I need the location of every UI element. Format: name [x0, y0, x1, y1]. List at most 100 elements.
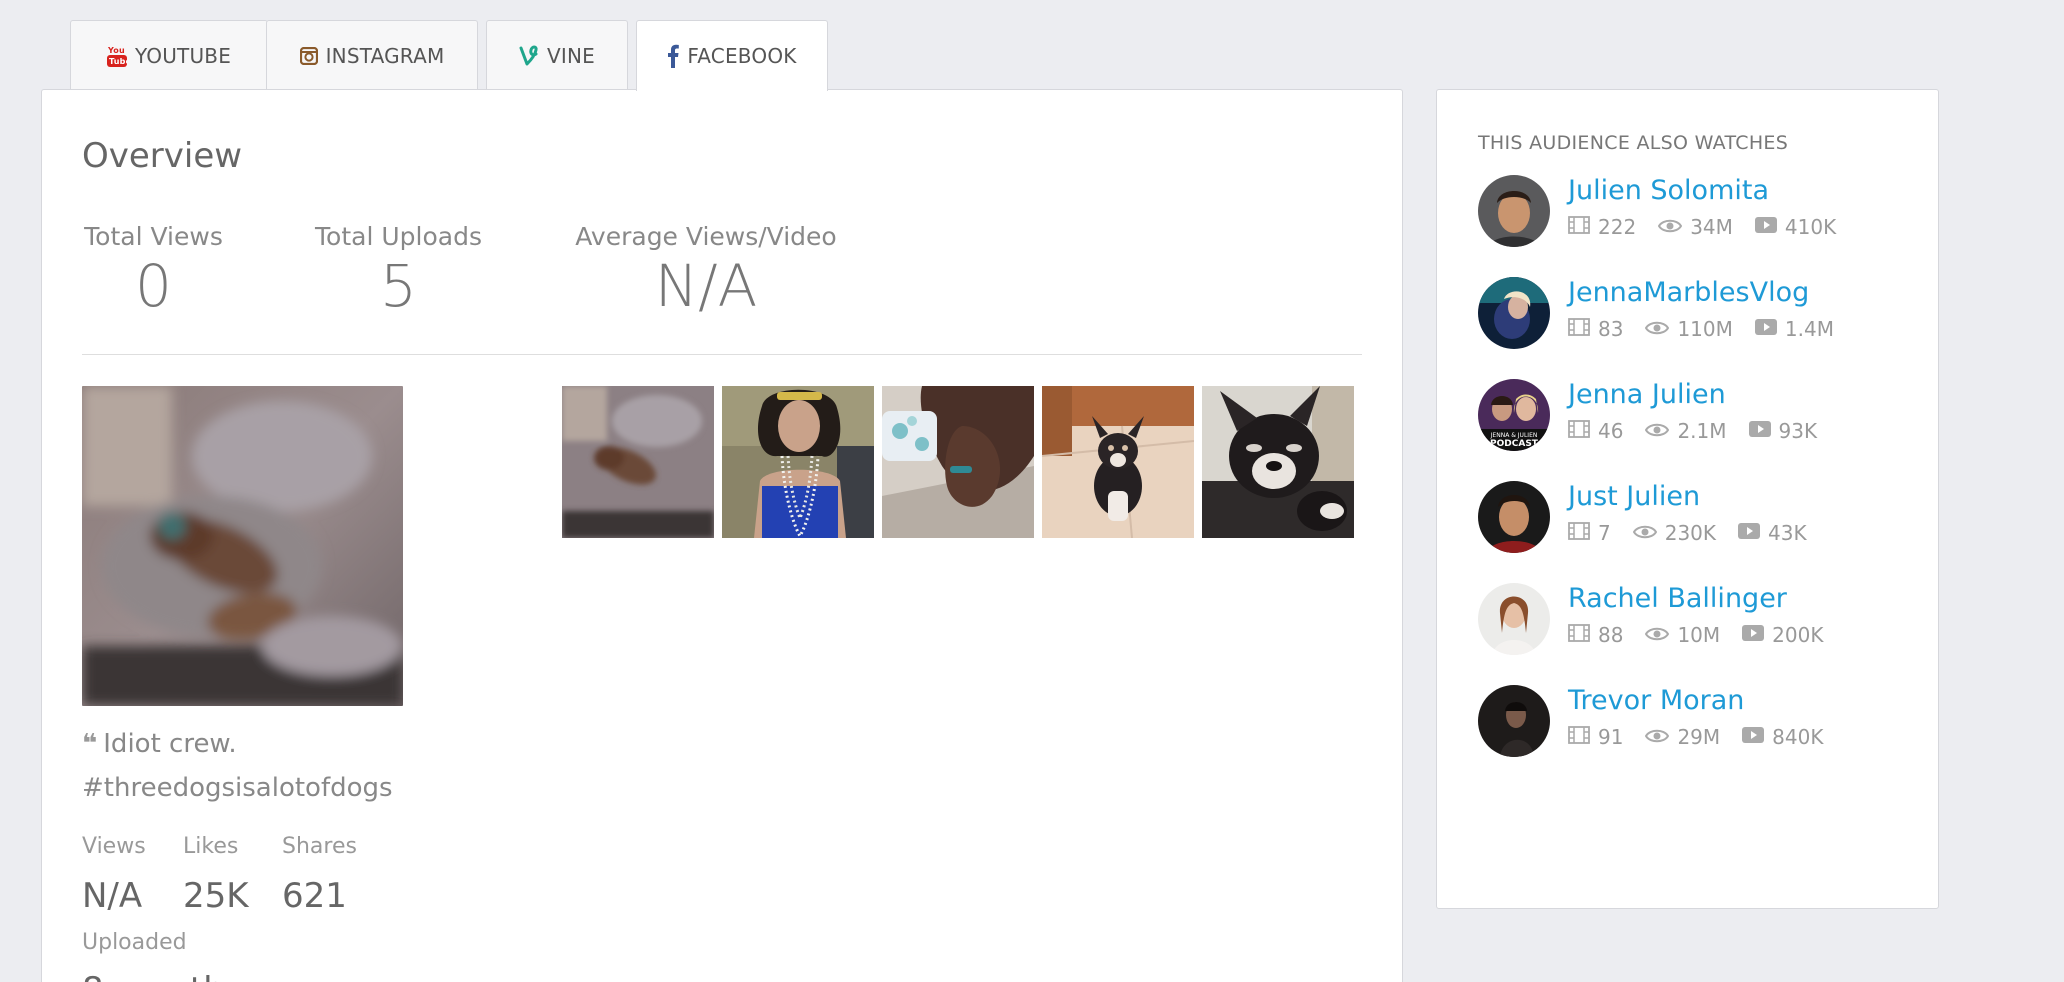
- film-icon: [1568, 623, 1590, 647]
- channel-name[interactable]: JennaMarblesVlog: [1568, 277, 1809, 308]
- play-icon: [1754, 215, 1777, 239]
- page-title: Overview: [82, 136, 243, 176]
- also-watches-panel: THIS AUDIENCE ALSO WATCHES Julien Solomi…: [1436, 89, 1939, 909]
- channel-videos: 222: [1598, 215, 1637, 239]
- channel-stats: 88 10M 200K: [1568, 623, 1845, 647]
- avatar: [1478, 481, 1550, 553]
- metric-label-likes: Likes: [183, 834, 239, 859]
- channel-subscribers: 840K: [1772, 725, 1824, 749]
- channel-name[interactable]: Rachel Ballinger: [1568, 583, 1787, 614]
- instagram-icon: [299, 46, 318, 65]
- channel-stats: 46 2.1M 93K: [1568, 419, 1839, 443]
- eye-icon: [1632, 521, 1657, 545]
- stat-average-views: Average Views/Video N/A: [573, 222, 839, 315]
- stat-label: Total Views: [84, 222, 223, 251]
- avatar: [1478, 175, 1550, 247]
- facebook-icon: [667, 44, 680, 68]
- post-caption-text: Idiot crew. #threedogsisalotofdogs: [82, 729, 393, 803]
- channel-views: 2.1M: [1677, 419, 1727, 443]
- dog-with-toy-thumbnail[interactable]: [882, 386, 1034, 538]
- channel-videos: 91: [1598, 725, 1624, 749]
- channel-stats: 83 110M 1.4M: [1568, 317, 1856, 341]
- channel-item[interactable]: Trevor Moran 91 29M 840K: [1478, 685, 1918, 757]
- avatar: [1478, 277, 1550, 349]
- channel-item[interactable]: JENNA & JULIEN PODCAST Jenna Julien 46 2…: [1478, 379, 1918, 451]
- quote-icon: ❝: [82, 729, 98, 759]
- channel-name[interactable]: Jenna Julien: [1568, 379, 1726, 410]
- channel-views: 110M: [1677, 317, 1733, 341]
- channel-stats: 7 230K 43K: [1568, 521, 1829, 545]
- channel-views: 230K: [1664, 521, 1717, 545]
- stat-label: Average Views/Video: [575, 222, 837, 251]
- tab-youtube[interactable]: You Tube YOUTUBE: [70, 20, 268, 90]
- film-icon: [1568, 215, 1590, 239]
- metric-value-shares: 621: [282, 876, 347, 916]
- svg-text:Tube: Tube: [109, 57, 127, 66]
- film-icon: [1568, 317, 1590, 341]
- channel-views: 10M: [1677, 623, 1721, 647]
- eye-icon: [1658, 215, 1683, 239]
- eye-icon: [1645, 623, 1670, 647]
- eye-icon: [1645, 317, 1670, 341]
- overview-panel: Overview Total Views 0 Total Uploads 5 A…: [41, 89, 1403, 982]
- avatar: JENNA & JULIEN PODCAST: [1478, 379, 1550, 451]
- tab-instagram[interactable]: INSTAGRAM: [266, 20, 478, 90]
- metric-label-shares: Shares: [282, 834, 357, 859]
- channel-videos: 7: [1598, 521, 1611, 545]
- film-icon: [1568, 419, 1590, 443]
- channel-views: 29M: [1677, 725, 1721, 749]
- uploaded-value: 8 months ago: [82, 970, 317, 982]
- metric-value-likes: 25K: [183, 876, 249, 916]
- film-icon: [1568, 521, 1590, 545]
- tab-vine[interactable]: VINE: [486, 20, 628, 90]
- channel-name[interactable]: Julien Solomita: [1568, 175, 1769, 206]
- stat-value: 5: [380, 252, 417, 320]
- stat-value: N/A: [654, 252, 758, 320]
- channel-subscribers: 43K: [1768, 521, 1807, 545]
- costume-person-thumbnail[interactable]: [722, 386, 874, 538]
- featured-post-image[interactable]: [82, 386, 403, 706]
- also-watches-title: THIS AUDIENCE ALSO WATCHES: [1478, 132, 1789, 154]
- tab-youtube-label: YOUTUBE: [134, 43, 232, 68]
- stat-label: Total Uploads: [315, 222, 482, 251]
- stat-value: 0: [135, 252, 172, 320]
- film-icon: [1568, 725, 1590, 749]
- channel-stats: 91 29M 840K: [1568, 725, 1845, 749]
- stat-total-views: Total Views 0: [82, 222, 225, 315]
- play-icon: [1742, 725, 1765, 749]
- channel-item[interactable]: Just Julien 7 230K 43K: [1478, 481, 1918, 553]
- channel-subscribers: 410K: [1784, 215, 1837, 239]
- dog-sleeping-thumbnail[interactable]: [562, 386, 714, 538]
- avatar: [1478, 583, 1550, 655]
- eye-icon: [1645, 419, 1670, 443]
- channel-stats: 222 34M 410K: [1568, 215, 1858, 239]
- chihuahua-standing-thumbnail[interactable]: [1042, 386, 1194, 538]
- tab-instagram-label: INSTAGRAM: [325, 43, 445, 68]
- play-icon: [1754, 317, 1777, 341]
- tab-facebook[interactable]: FACEBOOK: [636, 20, 828, 91]
- svg-text:PODCAST: PODCAST: [1490, 439, 1539, 449]
- uploaded-label: Uploaded: [82, 930, 187, 955]
- channel-name[interactable]: Trevor Moran: [1568, 685, 1744, 716]
- play-icon: [1748, 419, 1771, 443]
- channel-subscribers: 1.4M: [1784, 317, 1834, 341]
- eye-icon: [1645, 725, 1670, 749]
- play-icon: [1738, 521, 1761, 545]
- svg-text:JENNA & JULIEN: JENNA & JULIEN: [1490, 432, 1538, 439]
- channel-item[interactable]: JennaMarblesVlog 83 110M 1.4M: [1478, 277, 1918, 349]
- channel-subscribers: 93K: [1778, 419, 1818, 443]
- metric-value-views: N/A: [82, 876, 143, 916]
- vine-icon: [519, 45, 539, 67]
- channel-item[interactable]: Julien Solomita 222 34M 410K: [1478, 175, 1918, 247]
- channel-videos: 83: [1598, 317, 1624, 341]
- metric-label-views: Views: [82, 834, 146, 859]
- post-caption: ❝ Idiot crew. #threedogsisalotofdogs: [82, 722, 442, 810]
- youtube-icon: You Tube: [106, 44, 127, 68]
- channel-item[interactable]: Rachel Ballinger 88 10M 200K: [1478, 583, 1918, 655]
- play-icon: [1742, 623, 1765, 647]
- chihuahua-lying-thumbnail[interactable]: [1202, 386, 1354, 538]
- channel-name[interactable]: Just Julien: [1568, 481, 1700, 512]
- svg-text:You: You: [107, 46, 125, 55]
- channel-subscribers: 200K: [1772, 623, 1824, 647]
- tab-vine-label: VINE: [547, 43, 595, 68]
